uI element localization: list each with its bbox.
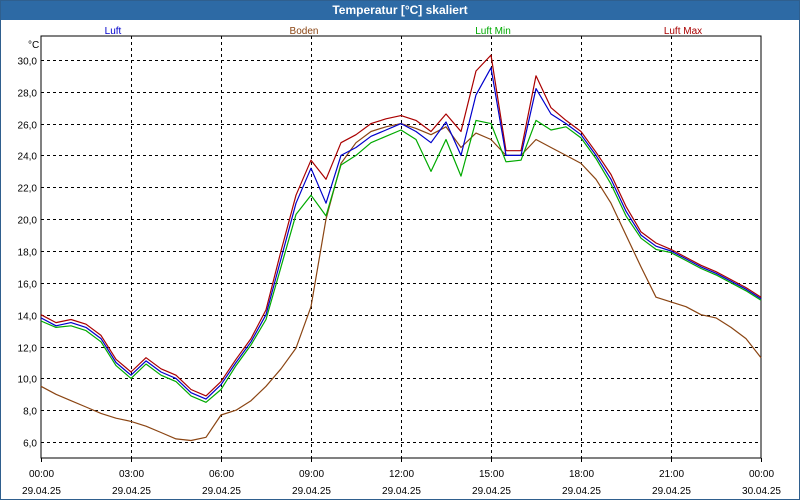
legend: Luft Boden Luft Min Luft Max bbox=[105, 26, 703, 37]
x-tick-label-date: 29.04.25 bbox=[472, 486, 511, 497]
x-tick-label-time: 09:00 bbox=[299, 469, 324, 480]
y-tick-label: 28,0 bbox=[18, 89, 38, 100]
legend-luft: Luft bbox=[105, 26, 122, 37]
x-tick-label-date: 30.04.25 bbox=[742, 486, 781, 497]
y-tick-label: 18,0 bbox=[18, 248, 38, 259]
x-tick-label-date: 29.04.25 bbox=[382, 486, 421, 497]
y-tick-label: 12,0 bbox=[18, 344, 38, 355]
temperature-chart: 6,0 8,0 10,0 12,0 14,0 16,0 18,0 20,0 22,0 24,0 26… bbox=[18, 26, 782, 497]
y-tick-label: 16,0 bbox=[18, 280, 38, 291]
x-tick-label-date: 29.04.25 bbox=[22, 486, 61, 497]
y-tick-label: 26,0 bbox=[18, 121, 38, 132]
x-tick-label-date: 29.04.25 bbox=[202, 486, 241, 497]
chart-title: Temperatur [°C] skaliert bbox=[1, 1, 799, 20]
chart-window: 6,0 8,0 10,0 12,0 14,0 16,0 18,0 20,0 22,0 24,0 26… bbox=[0, 0, 800, 500]
y-tick-label: 22,0 bbox=[18, 184, 38, 195]
x-tick-label-time: 06:00 bbox=[209, 469, 234, 480]
y-tick-label: 6,0 bbox=[23, 439, 37, 450]
x-tick-label-date: 29.04.25 bbox=[112, 486, 151, 497]
x-tick-label-date: 29.04.25 bbox=[292, 486, 331, 497]
y-tick-label: 30,0 bbox=[18, 57, 38, 68]
x-tick-label-date: 29.04.25 bbox=[562, 486, 601, 497]
y-tick-label: 10,0 bbox=[18, 375, 38, 386]
x-tick-label-time: 00:00 bbox=[29, 469, 54, 480]
x-tick-label-date: 29.04.25 bbox=[652, 486, 691, 497]
x-tick-label-time: 21:00 bbox=[659, 469, 684, 480]
y-tick-label: 14,0 bbox=[18, 312, 38, 323]
legend-luft-max: Luft Max bbox=[664, 26, 702, 37]
x-tick-label-time: 00:00 bbox=[749, 469, 774, 480]
y-tick-label: 24,0 bbox=[18, 152, 38, 163]
x-tick-label-time: 03:00 bbox=[119, 469, 144, 480]
x-tick-label-time: 18:00 bbox=[569, 469, 594, 480]
y-tick-label: 8,0 bbox=[23, 407, 37, 418]
legend-boden: Boden bbox=[290, 26, 319, 37]
axes: 6,0 8,0 10,0 12,0 14,0 16,0 18,0 20,0 22,0 24,0 26… bbox=[18, 35, 781, 497]
y-tick-label: 20,0 bbox=[18, 216, 38, 227]
y-axis-label: °C bbox=[28, 40, 39, 51]
legend-luft-min: Luft Min bbox=[475, 26, 511, 37]
x-tick-label-time: 12:00 bbox=[389, 469, 414, 480]
x-tick-label-time: 15:00 bbox=[479, 469, 504, 480]
